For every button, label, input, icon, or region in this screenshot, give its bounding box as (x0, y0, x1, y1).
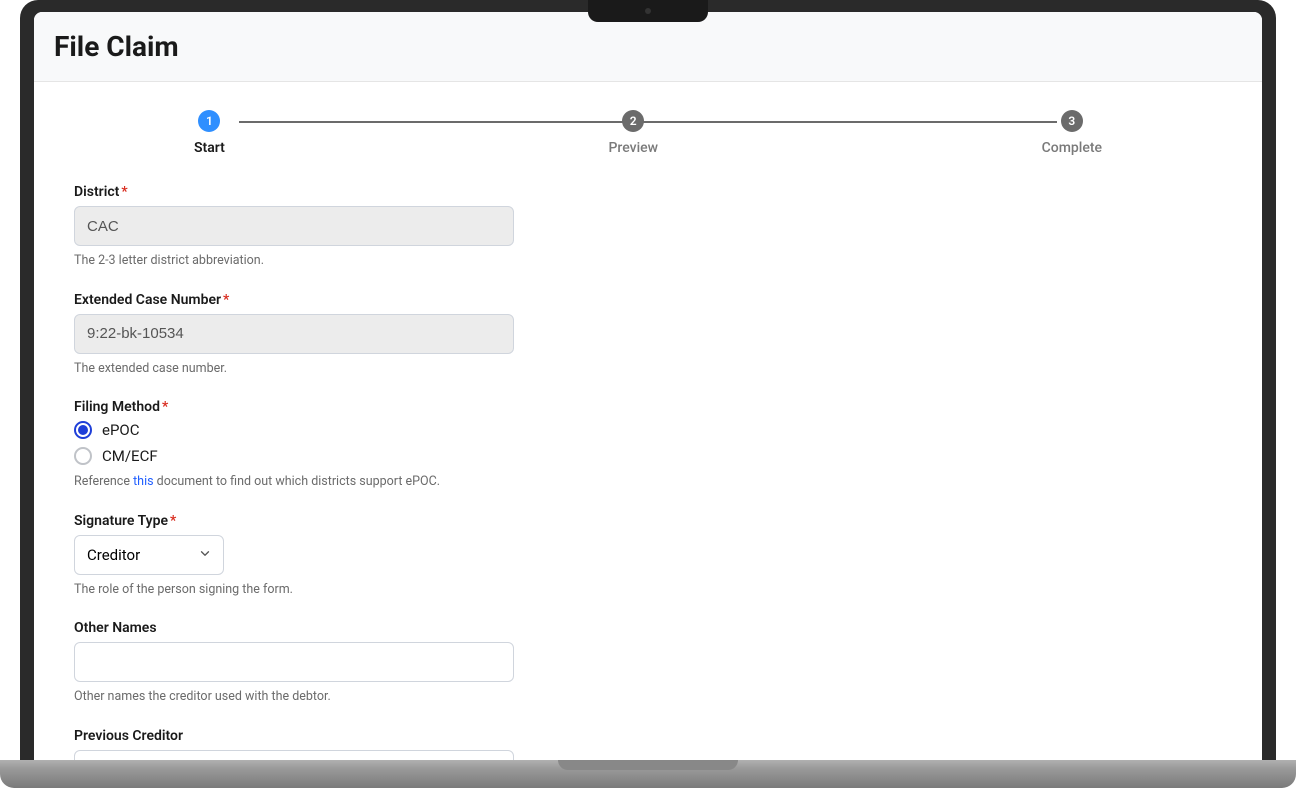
other-names-helper: Other names the creditor used with the d… (74, 688, 554, 706)
field-previous-creditor: Previous Creditor (74, 728, 554, 761)
laptop-frame: File Claim 1 Start 2 Preview 3 Complete (20, 0, 1276, 760)
content: 1 Start 2 Preview 3 Complete District* (34, 82, 1262, 760)
case-number-input[interactable] (74, 314, 514, 354)
step-circle: 1 (198, 110, 220, 132)
step-preview[interactable]: 2 Preview (608, 110, 658, 156)
required-mark: * (162, 399, 168, 415)
district-label: District* (74, 184, 554, 200)
previous-creditor-input[interactable] (74, 750, 514, 761)
filing-method-label: Filing Method* (74, 399, 554, 415)
page-title: File Claim (54, 30, 1242, 63)
filing-method-radio-group: ePOC CM/ECF (74, 421, 554, 465)
field-other-names: Other Names Other names the creditor use… (74, 620, 554, 706)
radio-button-icon (74, 447, 92, 465)
app-screen: File Claim 1 Start 2 Preview 3 Complete (34, 12, 1262, 760)
step-label: Preview (608, 140, 658, 156)
step-circle: 2 (622, 110, 644, 132)
step-circle: 3 (1061, 110, 1083, 132)
field-filing-method: Filing Method* ePOC CM/ECF Referen (74, 399, 554, 491)
epoc-doc-link[interactable]: this (133, 474, 153, 489)
field-district: District* The 2-3 letter district abbrev… (74, 184, 554, 270)
step-complete[interactable]: 3 Complete (1042, 110, 1102, 156)
district-helper: The 2-3 letter district abbreviation. (74, 252, 554, 270)
radio-button-icon (74, 421, 92, 439)
form: District* The 2-3 letter district abbrev… (74, 184, 554, 760)
required-mark: * (121, 184, 127, 200)
case-number-label: Extended Case Number* (74, 292, 554, 308)
radio-cmecf[interactable]: CM/ECF (74, 447, 554, 465)
field-signature-type: Signature Type* Creditor The role of the… (74, 513, 554, 599)
select-value: Creditor (87, 546, 140, 564)
signature-type-select[interactable]: Creditor (74, 535, 224, 575)
previous-creditor-label: Previous Creditor (74, 728, 554, 744)
step-label: Start (194, 140, 225, 156)
field-case-number: Extended Case Number* The extended case … (74, 292, 554, 378)
other-names-input[interactable] (74, 642, 514, 682)
district-input[interactable] (74, 206, 514, 246)
required-mark: * (223, 292, 229, 308)
radio-epoc[interactable]: ePOC (74, 421, 554, 439)
signature-type-select-wrap: Creditor (74, 535, 224, 575)
radio-label: CM/ECF (102, 447, 158, 465)
step-start[interactable]: 1 Start (194, 110, 225, 156)
signature-type-label: Signature Type* (74, 513, 554, 529)
radio-label: ePOC (102, 421, 140, 439)
header: File Claim (34, 12, 1262, 82)
stepper: 1 Start 2 Preview 3 Complete (74, 82, 1222, 184)
signature-type-helper: The role of the person signing the form. (74, 581, 554, 599)
step-label: Complete (1042, 140, 1102, 156)
filing-method-helper: Reference this document to find out whic… (74, 473, 554, 491)
laptop-notch (588, 0, 708, 22)
required-mark: * (170, 513, 176, 529)
other-names-label: Other Names (74, 620, 554, 636)
case-number-helper: The extended case number. (74, 360, 554, 378)
